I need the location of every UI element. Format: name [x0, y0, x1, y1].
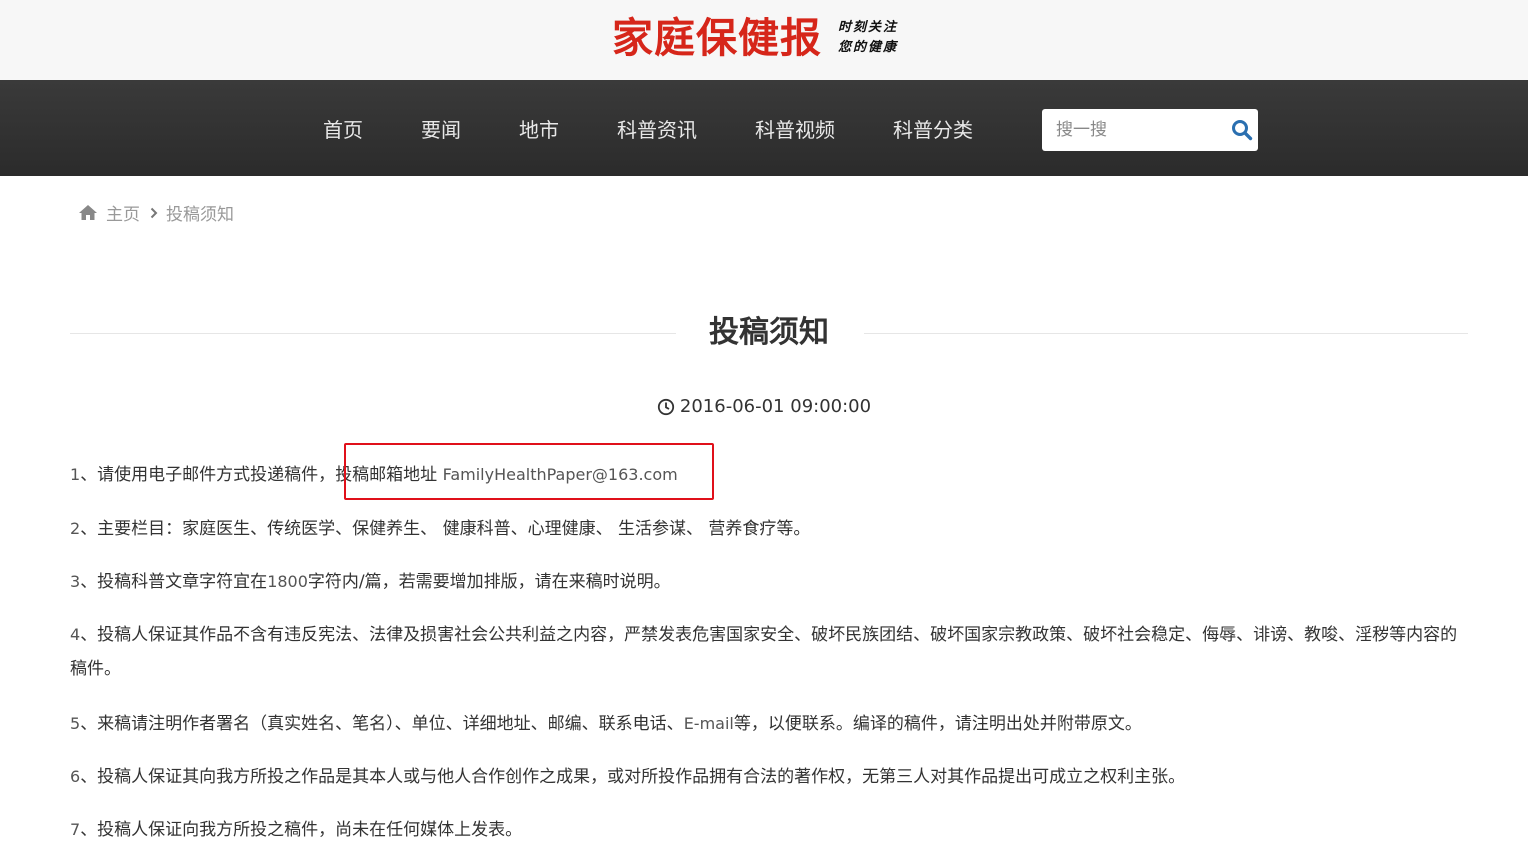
- paragraph-number: 4: [70, 625, 81, 644]
- article-title-row: 投稿须知: [70, 306, 1468, 360]
- paragraph-number: 3: [70, 572, 81, 591]
- paragraph-4: 4、投稿人保证其作品不含有违反宪法、法律及损害社会公共利益之内容，严禁发表危害国…: [70, 618, 1468, 686]
- nav-list: 首页 要闻 地市 科普资讯 科普视频 科普分类: [294, 80, 1002, 176]
- paragraph-5: 5、来稿请注明作者署名（真实姓名、笔名）、单位、详细地址、邮编、联系电话、E-m…: [70, 707, 1468, 741]
- paragraph-number: 1: [70, 465, 81, 484]
- logo-text: 家庭保健报: [612, 14, 822, 62]
- email-highlight-box: [344, 443, 714, 500]
- paragraph-text: 、来稿请注明作者署名（真实姓名、笔名）、单位、详细地址、邮编、联系电话、: [80, 714, 684, 734]
- clock-icon: [657, 398, 675, 415]
- page-title: 投稿须知: [709, 315, 829, 350]
- logo-slogan: 时刻关注 您的健康: [838, 18, 898, 58]
- paragraph-text: 、投稿人保证向我方所投之稿件，尚未在任何媒体上发表。: [80, 820, 523, 840]
- paragraph-text: 、投稿科普文章字符宜在: [80, 572, 268, 592]
- nav-item-local[interactable]: 地市: [490, 114, 588, 143]
- article-date: 2016-06-01 09:00:00: [0, 396, 1528, 417]
- search-input[interactable]: [1042, 110, 1226, 150]
- slogan-line-1: 时刻关注: [838, 20, 899, 35]
- nav-item-science-video[interactable]: 科普视频: [726, 114, 864, 143]
- paragraph-text: 、投稿人保证其向我方所投之作品是其本人或与他人合作创作之成果，或对所投作品拥有合…: [80, 767, 1186, 787]
- nav-item-news[interactable]: 要闻: [392, 114, 490, 143]
- site-logo[interactable]: 家庭保健报 时刻关注 您的健康: [612, 12, 898, 64]
- paragraph-1: 1、请使用电子邮件方式投递稿件，投稿邮箱地址 FamilyHealthPaper…: [70, 458, 1468, 492]
- home-icon: [79, 205, 97, 220]
- nav-item-home[interactable]: 首页: [294, 114, 392, 143]
- paragraph-6: 6、投稿人保证其向我方所投之作品是其本人或与他人合作创作之成果，或对所投作品拥有…: [70, 760, 1468, 794]
- paragraph-text: 、主要栏目：家庭医生、传统医学、保健养生、 健康科普、心理健康、 生活参谋、 营…: [80, 519, 811, 539]
- paragraph-text: 等，以便联系。编译的稿件，请注明出处并附带原文。: [733, 714, 1142, 734]
- search-box: [1042, 109, 1258, 151]
- email-word: E-mail: [683, 714, 734, 733]
- breadcrumb-home-link[interactable]: 主页: [106, 200, 140, 225]
- paragraph-number: 6: [70, 767, 81, 786]
- slogan-line-2: 您的健康: [838, 40, 899, 55]
- nav-item-science-news[interactable]: 科普资讯: [588, 114, 726, 143]
- inline-number: 1800: [267, 572, 308, 591]
- paragraph-number: 7: [70, 820, 81, 839]
- paragraph-number: 5: [70, 714, 81, 733]
- paragraph-number: 2: [70, 519, 81, 538]
- search-button[interactable]: [1226, 110, 1258, 150]
- search-icon: [1232, 120, 1253, 141]
- paragraph-7: 7、投稿人保证向我方所投之稿件，尚未在任何媒体上发表。: [70, 813, 1468, 847]
- chevron-right-icon: [150, 207, 158, 219]
- paragraph-2: 2、主要栏目：家庭医生、传统医学、保健养生、 健康科普、心理健康、 生活参谋、 …: [70, 512, 1468, 546]
- main-navbar: 首页 要闻 地市 科普资讯 科普视频 科普分类: [0, 80, 1528, 176]
- top-header: 家庭保健报 时刻关注 您的健康: [0, 0, 1528, 80]
- paragraph-3: 3、投稿科普文章字符宜在1800字符内/篇，若需要增加排版，请在来稿时说明。: [70, 565, 1468, 599]
- paragraph-text: 、投稿人保证其作品不含有违反宪法、法律及损害社会公共利益之内容，严禁发表危害国家…: [70, 625, 1458, 679]
- date-text: 2016-06-01 09:00:00: [679, 396, 872, 417]
- paragraph-text: 、请使用电子邮件方式投递稿件，: [80, 465, 336, 485]
- breadcrumb: 主页 投稿须知: [78, 200, 234, 225]
- breadcrumb-current: 投稿须知: [166, 205, 234, 225]
- nav-item-science-category[interactable]: 科普分类: [864, 114, 1002, 143]
- paragraph-text: 字符内/篇，若需要增加排版，请在来稿时说明。: [307, 572, 671, 592]
